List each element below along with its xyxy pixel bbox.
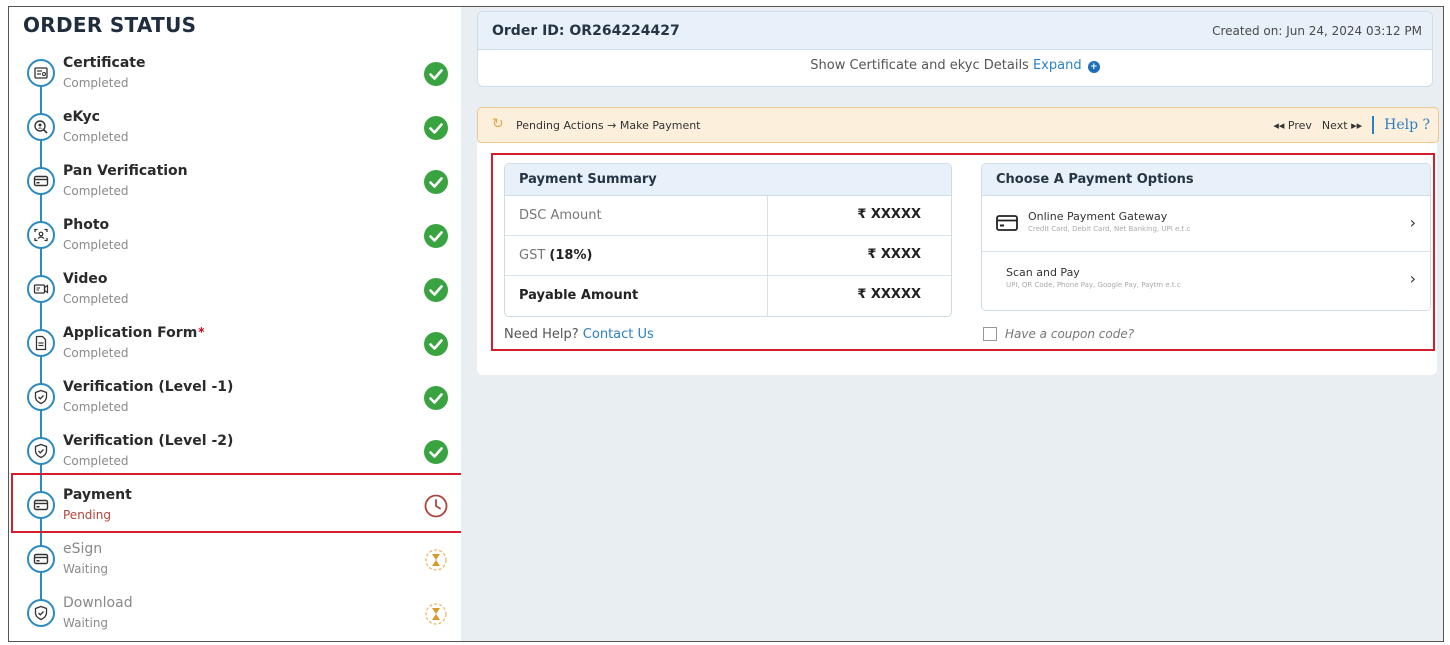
prev-label: Prev	[1287, 118, 1312, 132]
step-name: Photo	[63, 217, 110, 233]
app-frame: ORDER STATUS Certificate Completed eKyc …	[8, 6, 1444, 642]
refresh-icon: ↻	[492, 116, 504, 132]
pending-actions-bar: ↻ Pending Actions → Make Payment ◂◂ Prev…	[477, 107, 1439, 143]
step-name: Application Form*	[63, 325, 205, 341]
check-icon	[423, 439, 449, 465]
step-name: Verification (Level -2)	[63, 433, 234, 449]
step-ekyc[interactable]: eKyc Completed	[9, 103, 461, 157]
check-icon	[423, 61, 449, 87]
step-name: Download	[63, 595, 133, 611]
check-icon	[423, 277, 449, 303]
next-label: Next	[1321, 118, 1348, 132]
order-status-sidebar: ORDER STATUS Certificate Completed eKyc …	[9, 7, 463, 643]
next-button[interactable]: Next ▸▸	[1322, 119, 1362, 132]
step-esign[interactable]: eSign Waiting	[9, 535, 461, 589]
step-status: Completed	[63, 130, 129, 144]
hourglass-icon	[423, 601, 449, 627]
created-date: Created on: Jun 24, 2024 03:12 PM	[1212, 24, 1422, 38]
step-pan-verification[interactable]: Pan Verification Completed	[9, 157, 461, 211]
shield-icon	[27, 383, 55, 411]
step-name: eSign	[63, 541, 103, 557]
hourglass-icon	[423, 547, 449, 573]
step-verification-level-1[interactable]: Verification (Level -1) Completed	[9, 373, 461, 427]
help-link[interactable]: Help ?	[1384, 117, 1430, 133]
order-id: Order ID: OR264224427	[492, 23, 680, 39]
main-panel: Order ID: OR264224427 Created on: Jun 24…	[461, 7, 1443, 641]
step-status: Completed	[63, 238, 129, 252]
order-header: Order ID: OR264224427 Created on: Jun 24…	[478, 12, 1432, 50]
step-video[interactable]: Video Completed	[9, 265, 461, 319]
pending-nav: ◂◂ Prev Next ▸▸ Help ?	[1273, 116, 1430, 134]
step-name-text: Application Form	[63, 325, 198, 341]
check-icon	[423, 223, 449, 249]
check-icon	[423, 115, 449, 141]
step-status: Completed	[63, 184, 129, 198]
pending-actions-text: Pending Actions → Make Payment	[516, 119, 701, 132]
check-icon	[423, 385, 449, 411]
order-card: Order ID: OR264224427 Created on: Jun 24…	[477, 11, 1433, 87]
step-status: Waiting	[63, 562, 109, 576]
expand-plus-icon[interactable]: +	[1087, 61, 1100, 73]
step-name: Video	[63, 271, 108, 287]
document-icon	[27, 329, 55, 357]
step-download[interactable]: Download Waiting	[9, 589, 461, 643]
rewind-icon: ◂◂	[1273, 118, 1285, 132]
video-icon	[27, 275, 55, 303]
forward-icon: ▸▸	[1351, 118, 1363, 132]
check-icon	[423, 169, 449, 195]
check-icon	[423, 331, 449, 357]
certificate-details-line: Show Certificate and ekyc Details Expand…	[478, 58, 1432, 73]
payment-step-highlight	[11, 473, 463, 533]
card-icon	[27, 167, 55, 195]
certificate-details-text: Show Certificate and ekyc Details	[810, 58, 1029, 73]
nav-divider	[1372, 116, 1375, 134]
step-photo[interactable]: Photo Completed	[9, 211, 461, 265]
step-status: Completed	[63, 400, 129, 414]
step-name: eKyc	[63, 109, 100, 125]
step-certificate[interactable]: Certificate Completed	[9, 49, 461, 103]
payment-section-highlight	[491, 153, 1435, 351]
certificate-icon	[27, 59, 55, 87]
shield-icon	[27, 437, 55, 465]
step-name: Verification (Level -1)	[63, 379, 234, 395]
shield-icon	[27, 599, 55, 627]
photo-icon	[27, 221, 55, 249]
step-status: Waiting	[63, 616, 109, 630]
card-icon	[27, 545, 55, 573]
expand-link[interactable]: Expand	[1033, 58, 1082, 73]
required-mark: *	[198, 325, 205, 339]
step-status: Completed	[63, 76, 129, 90]
step-status: Completed	[63, 292, 129, 306]
step-status: Completed	[63, 346, 129, 360]
step-status: Completed	[63, 454, 129, 468]
step-name: Certificate	[63, 55, 146, 71]
step-application-form[interactable]: Application Form* Completed	[9, 319, 461, 373]
prev-button[interactable]: ◂◂ Prev	[1273, 119, 1312, 132]
step-name: Pan Verification	[63, 163, 188, 179]
order-status-title: ORDER STATUS	[23, 13, 197, 37]
search-person-icon	[27, 113, 55, 141]
